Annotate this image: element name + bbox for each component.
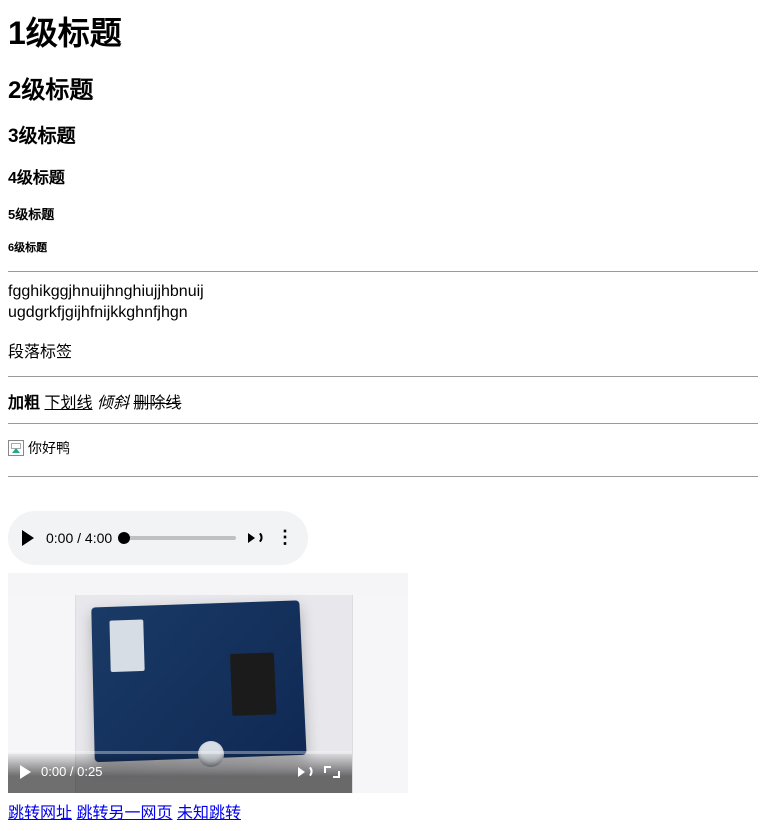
divider xyxy=(8,376,758,377)
sound-wave-icon xyxy=(306,767,316,777)
speaker-icon xyxy=(248,533,255,543)
broken-image: 你好鸭 xyxy=(8,438,70,458)
divider xyxy=(8,476,758,477)
body-line-2: ugdgrkfjgijhfnijkkghnfjhgn xyxy=(8,304,188,321)
video-fullscreen-button[interactable] xyxy=(324,766,340,778)
body-text: fgghikggjhnuijhnghiujjhbnuij ugdgrkfjgij… xyxy=(8,282,758,324)
divider xyxy=(8,423,758,424)
divider xyxy=(8,271,758,272)
bold-sample: 加粗 xyxy=(8,395,40,412)
heading-6: 6级标题 xyxy=(8,239,758,255)
video-progress-bar[interactable] xyxy=(8,751,352,754)
body-line-1: fgghikggjhnuijhnghiujjhbnuij xyxy=(8,283,204,300)
heading-2: 2级标题 xyxy=(8,70,758,105)
video-play-button[interactable] xyxy=(20,765,31,779)
audio-menu-button[interactable]: ⋮ xyxy=(276,527,294,548)
heading-3: 3级标题 xyxy=(8,121,758,148)
underline-sample: 下划线 xyxy=(44,395,92,412)
sound-wave-icon xyxy=(256,533,266,543)
broken-image-alt: 你好鸭 xyxy=(28,438,70,458)
heading-4: 4级标题 xyxy=(8,164,758,188)
audio-player[interactable]: 0:00 / 4:00 ⋮ xyxy=(8,511,308,565)
video-player[interactable]: 0:00 / 0:25 xyxy=(8,573,408,793)
strike-sample: 删除线 xyxy=(133,395,181,412)
audio-seek-track[interactable] xyxy=(124,536,236,540)
video-controls: 0:00 / 0:25 xyxy=(8,751,352,793)
video-volume-button[interactable] xyxy=(298,767,314,777)
video-time: 0:00 / 0:25 xyxy=(41,764,102,779)
link-row: 跳转网址 跳转另一网页 未知跳转 xyxy=(8,799,758,823)
heading-1: 1级标题 xyxy=(8,8,758,54)
audio-play-button[interactable] xyxy=(22,530,34,546)
link-jump-other-page[interactable]: 跳转另一网页 xyxy=(76,805,172,822)
text-styles-row: 加粗 下划线 倾斜 删除线 xyxy=(8,389,758,413)
link-unknown-jump[interactable]: 未知跳转 xyxy=(177,805,241,822)
broken-image-icon xyxy=(8,440,24,456)
audio-time: 0:00 / 4:00 xyxy=(46,530,112,546)
italic-sample: 倾斜 xyxy=(97,395,129,412)
paragraph-label: 段落标签 xyxy=(8,338,758,362)
link-jump-url[interactable]: 跳转网址 xyxy=(8,805,72,822)
audio-volume-button[interactable] xyxy=(248,533,264,543)
speaker-icon xyxy=(298,767,305,777)
heading-5: 5级标题 xyxy=(8,204,758,223)
